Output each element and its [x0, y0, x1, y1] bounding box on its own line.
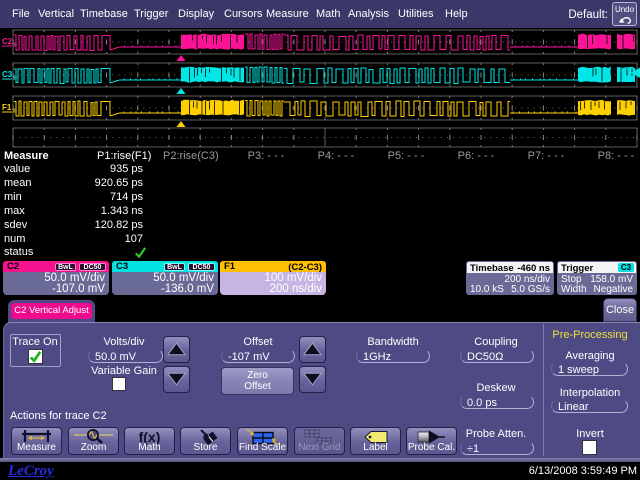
svg-text:C2: C2	[2, 37, 13, 46]
svg-text:C3: C3	[2, 70, 13, 79]
svg-text:F1: F1	[2, 103, 12, 112]
